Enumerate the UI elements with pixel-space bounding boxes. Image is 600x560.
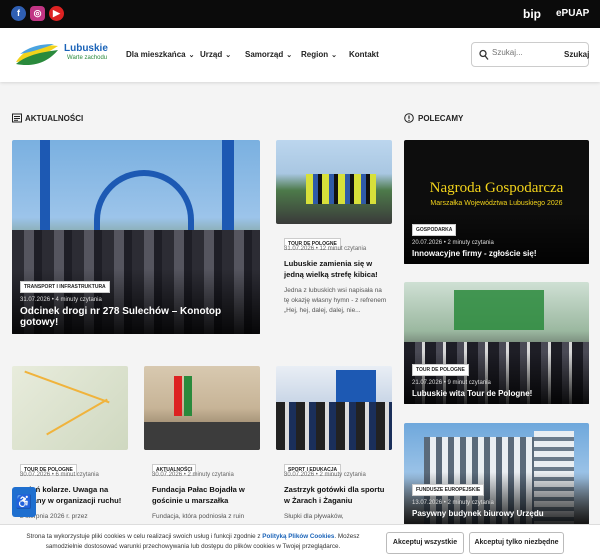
article-date: 31.07.2026 xyxy=(284,246,315,252)
category-badge[interactable]: FUNDUSZE EUROPEJSKIE xyxy=(412,484,485,496)
youtube-icon[interactable]: ▶ xyxy=(49,6,64,21)
accept-necessary-button[interactable]: Akceptuj tylko niezbędne xyxy=(469,532,564,554)
nav-samorzad[interactable]: Samorząd ⌄ xyxy=(245,50,292,59)
nav-urzad[interactable]: Urząd ⌄ xyxy=(200,50,231,59)
featured-article[interactable]: TRANSPORT I INFRASTRUKTURA 31.07.2026 • … xyxy=(12,140,260,334)
read-time: 12 minut czytania xyxy=(319,246,367,252)
exclamation-icon xyxy=(404,113,414,123)
featured-article-overlay: TRANSPORT I INFRASTRUKTURA 31.07.2026 • … xyxy=(12,269,260,334)
nav-region[interactable]: Region ⌄ xyxy=(301,50,337,59)
recommended-overlay: TOUR DE POLOGNE 21.07.2026 • 9 minut czy… xyxy=(404,352,589,404)
chevron-down-icon: ⌄ xyxy=(331,52,337,59)
category-badge[interactable]: TOUR DE POLOGNE xyxy=(412,364,469,376)
banner-line-1: Nagroda Gospodarcza xyxy=(429,180,564,196)
search-button[interactable]: Szukaj xyxy=(564,50,589,59)
article-title[interactable]: Innowacyjne firmy - zgłoście się! xyxy=(412,249,581,258)
facebook-icon[interactable]: f xyxy=(11,6,26,21)
article-excerpt: Fundacja, która podniosła z ruin xyxy=(152,513,245,520)
instagram-icon[interactable]: ◎ xyxy=(30,6,45,21)
logo-subtitle: Warte zachodu xyxy=(67,55,108,61)
article-title[interactable]: Odcinek drogi nr 278 Sulechów – Konotop … xyxy=(20,306,252,328)
cookie-policy-link[interactable]: Polityką Plików Cookies xyxy=(262,533,334,540)
cookie-banner: Strona ta wykorzystuje pliki cookies w c… xyxy=(0,524,600,560)
article-date: 13.07.2026 xyxy=(412,500,443,506)
meeting-image xyxy=(144,366,260,450)
recommended-article-1[interactable]: Nagroda Gospodarcza Marszałka Województw… xyxy=(404,140,589,264)
category-badge[interactable]: TRANSPORT I INFRASTRUKTURA xyxy=(20,281,110,293)
cookie-text: Strona ta wykorzystuje pliki cookies w c… xyxy=(26,533,360,550)
article-excerpt: Słupki dla pływaków, xyxy=(284,513,344,520)
recommended-overlay: FUNDUSZE EUROPEJSKIE 13.07.2026 • 2 minu… xyxy=(404,472,589,524)
section-title-recommended: POLECAMY xyxy=(418,114,464,123)
article-title[interactable]: Fundacja Pałac Bojadła w gościnie u mars… xyxy=(152,484,256,506)
sport-image xyxy=(276,366,392,450)
article-date: 20.07.2026 xyxy=(412,240,443,246)
read-time: 9 minut czytania xyxy=(447,380,491,386)
article-excerpt: Jedna z lubuskich wsi napisała na tę oka… xyxy=(284,287,387,314)
read-time: 2 minuty czytania xyxy=(447,240,494,246)
map-image xyxy=(12,366,128,450)
chevron-down-icon: ⌄ xyxy=(286,52,293,59)
accept-all-button[interactable]: Akceptuj wszystkie xyxy=(386,532,464,554)
side-article[interactable]: TOUR DE POLOGNE 31.07.2026 • 12 minut cz… xyxy=(276,140,392,340)
logo-name: Lubuskie xyxy=(64,43,108,54)
bottom-article-2[interactable]: AKTUALNOŚCI 30.07.2026 • 2 minuty czytan… xyxy=(144,366,260,524)
search-box: Szukaj xyxy=(471,42,589,67)
article-date: 30.07.2026 xyxy=(284,472,315,478)
article-date: 30.07.2026 xyxy=(20,472,51,478)
banner-line-2: Marszałka Województwa Lubuskiego 2026 xyxy=(430,200,563,207)
chevron-down-icon: ⌄ xyxy=(225,52,232,59)
epuap-link[interactable]: ePUAP xyxy=(556,8,589,19)
search-icon xyxy=(479,49,489,60)
article-title[interactable]: Zastrzyk gotówki dla sportu w Żarach i Ż… xyxy=(284,484,388,506)
chevron-down-icon: ⌄ xyxy=(188,52,195,59)
article-title[interactable]: Lubuskie zamienia się w jedną wielką str… xyxy=(284,258,388,280)
top-bar: f ◎ ▶ bip ePUAP xyxy=(0,0,600,28)
article-date: 30.07.2026 xyxy=(152,472,183,478)
nav-dla-mieszkanca[interactable]: Dla mieszkańca ⌄ xyxy=(126,50,194,59)
category-badge[interactable]: GOSPODARKA xyxy=(412,224,457,236)
article-date: 21.07.2026 xyxy=(412,380,443,386)
accessibility-icon[interactable]: ♿ xyxy=(12,487,36,517)
bottom-article-3[interactable]: SPORT I EDUKACJA 30.07.2026 • 2 minuty c… xyxy=(276,366,392,524)
recommended-article-2[interactable]: TOUR DE POLOGNE 21.07.2026 • 9 minut czy… xyxy=(404,282,589,404)
section-title-news: AKTUALNOŚCI xyxy=(25,114,84,123)
nav-kontakt[interactable]: Kontakt xyxy=(349,50,379,59)
read-time: 2 minuty czytania xyxy=(447,500,494,506)
recommended-overlay: GOSPODARKA 20.07.2026 • 2 minuty czytani… xyxy=(404,212,589,264)
site-header: Lubuskie Warte zachodu Dla mieszkańca ⌄ U… xyxy=(0,28,600,82)
bip-link[interactable]: bip xyxy=(523,7,541,21)
side-article-image xyxy=(276,140,392,224)
lubuskie-logo-icon[interactable] xyxy=(14,40,60,70)
article-title[interactable]: Pasywny budynek biurowy Urzędu xyxy=(412,509,581,518)
search-input[interactable] xyxy=(492,48,552,57)
newspaper-icon xyxy=(12,113,22,123)
read-time: 4 minuty czytania xyxy=(55,297,102,303)
recommended-article-3[interactable]: FUNDUSZE EUROPEJSKIE 13.07.2026 • 2 minu… xyxy=(404,423,589,524)
read-time: 6 minut czytania xyxy=(55,472,99,478)
article-date: 31.07.2026 xyxy=(20,297,51,303)
article-title[interactable]: Lubuskie wita Tour de Pologne! xyxy=(412,389,581,398)
read-time: 2 minuty czytania xyxy=(187,472,234,478)
read-time: 2 minuty czytania xyxy=(319,472,366,478)
